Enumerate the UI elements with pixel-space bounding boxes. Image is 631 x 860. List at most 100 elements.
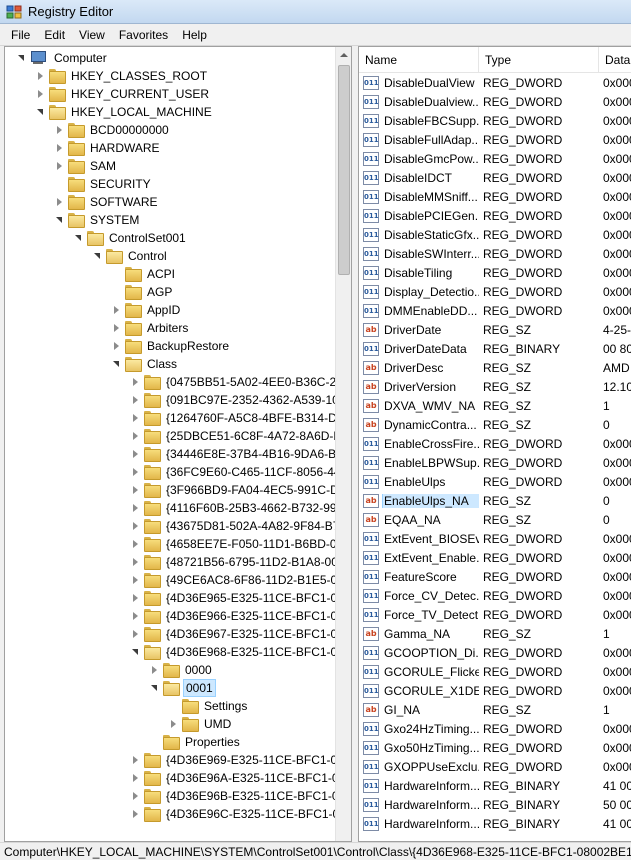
tree-node-label[interactable]: SAM bbox=[88, 158, 118, 174]
tree-node[interactable]: {49CE6AC8-6F86-11D2-B1E5-0080 bbox=[131, 571, 337, 589]
value-name-cell[interactable]: 011 Force_CV_Detec... bbox=[359, 588, 479, 603]
value-name-cell[interactable]: 011 EnableLBPWSup... bbox=[359, 455, 479, 470]
value-row[interactable]: 011 FeatureScore REG_DWORD 0x000 bbox=[359, 567, 631, 586]
tree-node-label[interactable]: HKEY_LOCAL_MACHINE bbox=[69, 104, 214, 120]
tree-node-label[interactable]: BCD00000000 bbox=[88, 122, 171, 138]
tree-node[interactable]: SAM bbox=[55, 157, 118, 175]
value-name-cell[interactable]: 011 EnableUlps bbox=[359, 474, 479, 489]
expand-arrow-closed-icon[interactable] bbox=[131, 485, 141, 495]
title-bar[interactable]: Registry Editor bbox=[0, 0, 631, 24]
expand-arrow-closed-icon[interactable] bbox=[131, 809, 141, 819]
value-name-cell[interactable]: 011 DisableStaticGfx... bbox=[359, 227, 479, 242]
value-name-cell[interactable]: 011 Gxo50HzTiming... bbox=[359, 740, 479, 755]
tree-node[interactable]: 0000 bbox=[150, 661, 214, 679]
tree-node[interactable]: {34446E8E-37B4-4B16-9DA6-BEA bbox=[131, 445, 337, 463]
tree-node[interactable]: SOFTWARE bbox=[55, 193, 160, 211]
value-name-cell[interactable]: 011 FeatureScore bbox=[359, 569, 479, 584]
value-row[interactable]: 011 DisableFBCSupp... REG_DWORD 0x000 bbox=[359, 111, 631, 130]
expand-arrow-closed-icon[interactable] bbox=[131, 557, 141, 567]
tree-node[interactable]: BackupRestore bbox=[112, 337, 231, 355]
expand-arrow-open-icon[interactable] bbox=[131, 647, 141, 657]
expand-arrow-open-icon[interactable] bbox=[36, 107, 46, 117]
value-row[interactable]: 011 DisableGmcPow... REG_DWORD 0x000 bbox=[359, 149, 631, 168]
value-row[interactable]: 011 GCORULE_Flicke... REG_DWORD 0x000 bbox=[359, 662, 631, 681]
value-name-cell[interactable]: ab DriverVersion bbox=[359, 379, 479, 394]
value-name-cell[interactable]: 011 DisableSWInterr... bbox=[359, 246, 479, 261]
tree-node-label[interactable]: {34446E8E-37B4-4B16-9DA6-BEA bbox=[164, 446, 337, 462]
value-row[interactable]: 011 DriverDateData REG_BINARY 00 80 bbox=[359, 339, 631, 358]
tree-node-label[interactable]: {25DBCE51-6C8F-4A72-8A6D-B54 bbox=[164, 428, 337, 444]
value-name-cell[interactable]: ab GI_NA bbox=[359, 702, 479, 717]
value-name-cell[interactable]: 011 GXOPPUseExclu... bbox=[359, 759, 479, 774]
value-name-cell[interactable]: 011 DisableGmcPow... bbox=[359, 151, 479, 166]
expand-arrow-closed-icon[interactable] bbox=[131, 593, 141, 603]
value-row[interactable]: 011 Gxo24HzTiming... REG_DWORD 0x000 bbox=[359, 719, 631, 738]
value-row[interactable]: 011 DisablePCIEGen... REG_DWORD 0x000 bbox=[359, 206, 631, 225]
value-name-cell[interactable]: 011 EnableCrossFire... bbox=[359, 436, 479, 451]
tree-node-label[interactable]: Computer bbox=[52, 50, 109, 66]
expand-arrow-closed-icon[interactable] bbox=[112, 341, 122, 351]
tree-node[interactable]: Settings bbox=[169, 697, 249, 715]
tree-node[interactable]: {4D36E966-E325-11CE-BFC1-0800 bbox=[131, 607, 337, 625]
value-name-cell[interactable]: 011 GCORULE_X1DE... bbox=[359, 683, 479, 698]
value-name-cell[interactable]: 011 DisableDualview... bbox=[359, 94, 479, 109]
tree-node-label[interactable]: {43675D81-502A-4A82-9F84-B75F bbox=[164, 518, 337, 534]
expand-arrow-closed-icon[interactable] bbox=[55, 161, 65, 171]
value-row[interactable]: 011 EnableLBPWSup... REG_DWORD 0x000 bbox=[359, 453, 631, 472]
tree-node[interactable]: {1264760F-A5C8-4BFE-B314-D56A bbox=[131, 409, 337, 427]
value-name-cell[interactable]: ab DynamicContra... bbox=[359, 417, 479, 432]
value-row[interactable]: 011 EnableUlps REG_DWORD 0x000 bbox=[359, 472, 631, 491]
tree-node[interactable]: {4D36E96A-E325-11CE-BFC1-0800 bbox=[131, 769, 337, 787]
value-row[interactable]: ab EQAA_NA REG_SZ 0 bbox=[359, 510, 631, 529]
menu-file[interactable]: File bbox=[4, 24, 37, 46]
expand-arrow-closed-icon[interactable] bbox=[112, 305, 122, 315]
tree-node[interactable]: {4D36E96C-E325-11CE-BFC1-0800 bbox=[131, 805, 337, 823]
tree-node[interactable]: {0475BB51-5A02-4EE0-B36C-2904 bbox=[131, 373, 337, 391]
value-row[interactable]: ab DriverDate REG_SZ 4-25- bbox=[359, 320, 631, 339]
expand-arrow-open-icon[interactable] bbox=[17, 53, 27, 63]
expand-arrow-closed-icon[interactable] bbox=[131, 521, 141, 531]
value-row[interactable]: 011 DMMEnableDD... REG_DWORD 0x000 bbox=[359, 301, 631, 320]
column-header-type[interactable]: Type bbox=[479, 47, 599, 73]
value-row[interactable]: 011 GXOPPUseExclu... REG_DWORD 0x000 bbox=[359, 757, 631, 776]
tree-node[interactable]: HKEY_CLASSES_ROOT bbox=[36, 67, 209, 85]
tree-node[interactable]: {4658EE7E-F050-11D1-B6BD-00C0 bbox=[131, 535, 337, 553]
value-row[interactable]: 011 Display_Detectio... REG_DWORD 0x000 bbox=[359, 282, 631, 301]
expand-arrow-closed-icon[interactable] bbox=[55, 197, 65, 207]
value-name-cell[interactable]: 011 DisableMMSniff... bbox=[359, 189, 479, 204]
expand-arrow-closed-icon[interactable] bbox=[131, 575, 141, 585]
value-row[interactable]: 011 Force_TV_Detect... REG_DWORD 0x000 bbox=[359, 605, 631, 624]
tree-node-label[interactable]: Properties bbox=[183, 734, 242, 750]
value-name-cell[interactable]: ab DXVA_WMV_NA bbox=[359, 398, 479, 413]
tree-node-label[interactable]: SOFTWARE bbox=[88, 194, 160, 210]
expand-arrow-open-icon[interactable] bbox=[112, 359, 122, 369]
tree-node-label[interactable]: Class bbox=[145, 356, 179, 372]
value-row[interactable]: 011 GCOOPTION_Di... REG_DWORD 0x000 bbox=[359, 643, 631, 662]
tree-node-label[interactable]: Settings bbox=[202, 698, 249, 714]
tree-node[interactable]: UMD bbox=[169, 715, 233, 733]
value-row[interactable]: 011 HardwareInform... REG_BINARY 50 00 bbox=[359, 795, 631, 814]
tree-node[interactable]: {4D36E965-E325-11CE-BFC1-0800 bbox=[131, 589, 337, 607]
tree-node-label[interactable]: {4D36E96B-E325-11CE-BFC1-0800 bbox=[164, 788, 337, 804]
menu-help[interactable]: Help bbox=[175, 24, 214, 46]
column-header-data[interactable]: Data bbox=[599, 47, 631, 73]
tree-node[interactable]: SYSTEM bbox=[55, 211, 141, 229]
tree-node[interactable]: AGP bbox=[112, 283, 174, 301]
tree-node[interactable]: {48721B56-6795-11D2-B1A8-0080 bbox=[131, 553, 337, 571]
tree-node[interactable]: ControlSet001 bbox=[74, 229, 188, 247]
value-name-cell[interactable]: ab EnableUlps_NA bbox=[359, 493, 479, 508]
tree-node[interactable]: {3F966BD9-FA04-4EC5-991C-D32 bbox=[131, 481, 337, 499]
value-name-cell[interactable]: 011 HardwareInform... bbox=[359, 816, 479, 831]
menu-favorites[interactable]: Favorites bbox=[112, 24, 175, 46]
tree-node-label[interactable]: UMD bbox=[202, 716, 233, 732]
tree-node[interactable]: {4116F60B-25B3-4662-B732-99A6 bbox=[131, 499, 337, 517]
value-name-cell[interactable]: ab EQAA_NA bbox=[359, 512, 479, 527]
expand-arrow-closed-icon[interactable] bbox=[169, 719, 179, 729]
value-name-cell[interactable]: 011 GCORULE_Flicke... bbox=[359, 664, 479, 679]
tree-node[interactable]: HARDWARE bbox=[55, 139, 162, 157]
scrollbar-thumb[interactable] bbox=[338, 65, 350, 275]
tree-node-label[interactable]: {4658EE7E-F050-11D1-B6BD-00C0 bbox=[164, 536, 337, 552]
value-row[interactable]: 011 DisableIDCT REG_DWORD 0x000 bbox=[359, 168, 631, 187]
tree-node-label[interactable]: SECURITY bbox=[88, 176, 153, 192]
value-row[interactable]: 011 DisableDualview... REG_DWORD 0x000 bbox=[359, 92, 631, 111]
